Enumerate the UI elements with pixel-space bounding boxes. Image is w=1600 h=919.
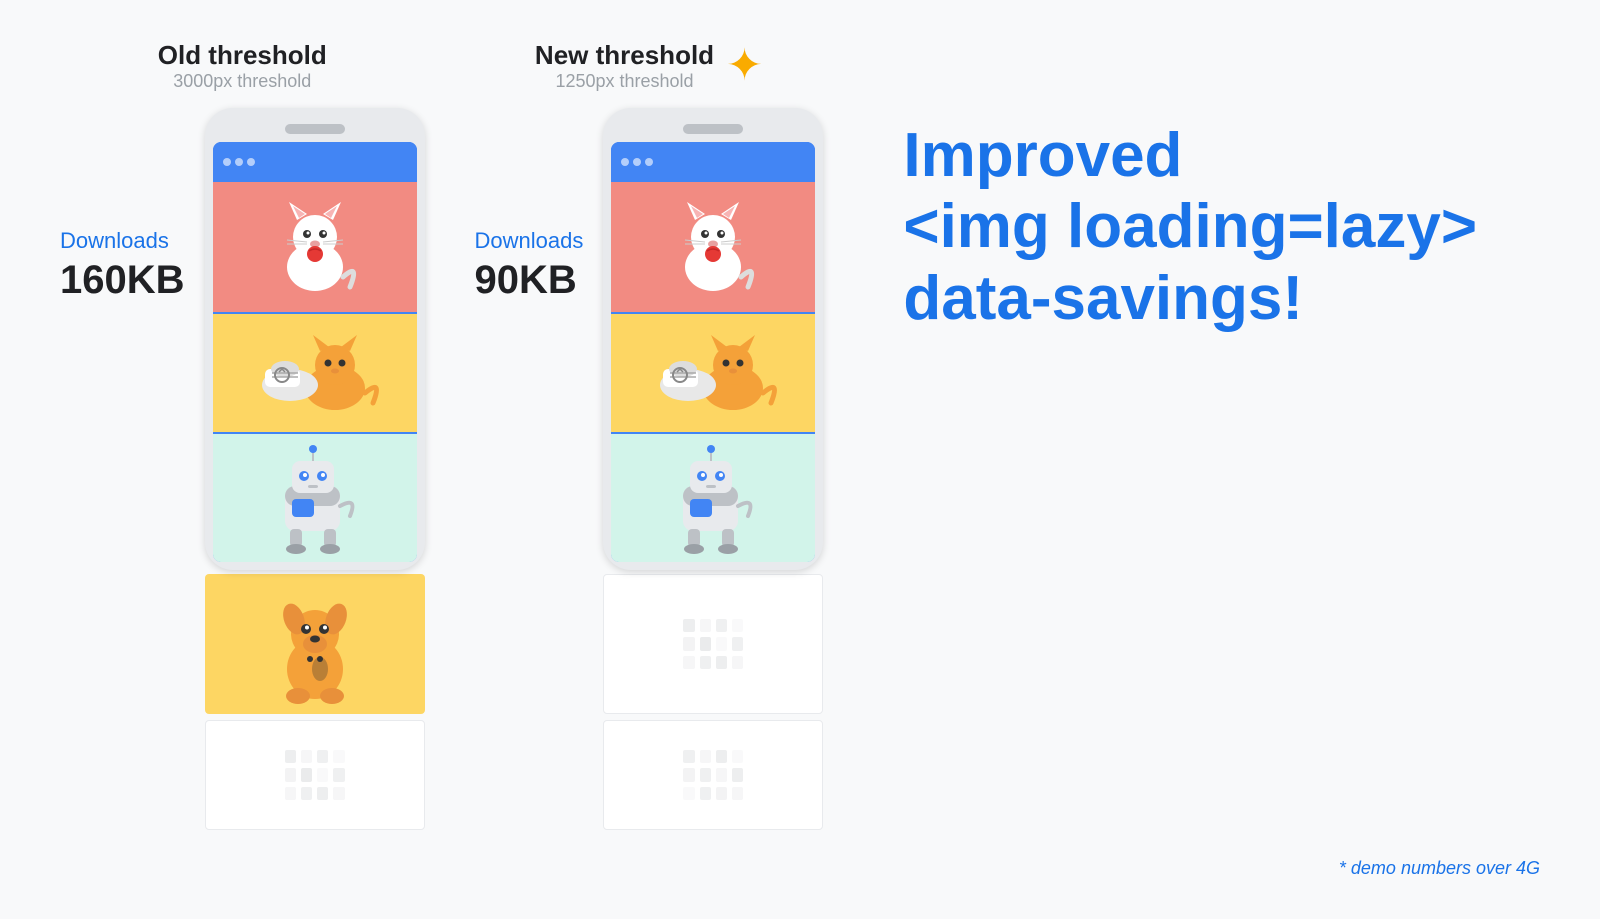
new-robot-image: [611, 432, 815, 562]
demo-note: * demo numbers over 4G: [1339, 858, 1540, 879]
new-dog-shoe-image: [611, 312, 815, 432]
description-section: Improved <img loading=lazy> data-savings…: [903, 40, 1540, 344]
new-phone-frame: [603, 108, 823, 830]
new-loading-2: [603, 720, 823, 830]
dot-3: [247, 158, 255, 166]
new-dot-3: [645, 158, 653, 166]
new-phone-and-stats: Downloads 90KB: [475, 108, 824, 830]
old-below-fold: [205, 574, 425, 830]
old-threshold-subtitle: 3000px threshold: [158, 71, 327, 92]
old-downloads-label: Downloads: [60, 228, 169, 254]
old-header-dots: [223, 158, 255, 166]
new-phone-body: [603, 108, 823, 570]
new-below-fold: [603, 574, 823, 830]
improved-heading: Improved <img loading=lazy> data-savings…: [903, 120, 1540, 334]
old-dog-shoe-image: [213, 312, 417, 432]
dot-1: [223, 158, 231, 166]
old-phone-notch: [285, 124, 345, 134]
new-header-dots: [621, 158, 653, 166]
main-container: Old threshold 3000px threshold Downloads…: [0, 0, 1600, 919]
new-download-info: Downloads 90KB: [475, 108, 584, 303]
new-phone-header: [611, 142, 815, 182]
new-threshold-title: New threshold: [535, 40, 714, 71]
new-threshold-block: New threshold 1250px threshold ✦ Downloa…: [475, 40, 824, 830]
new-phone-notch: [683, 124, 743, 134]
new-dot-1: [621, 158, 629, 166]
new-cat-illustration: [663, 192, 763, 302]
dog-shoe-illustration: [245, 323, 385, 423]
dot-2: [235, 158, 243, 166]
new-downloads-size: 90KB: [475, 258, 577, 303]
new-loading-1: [603, 574, 823, 714]
old-phone-body: [205, 108, 425, 570]
robot-illustration: [250, 441, 380, 556]
old-threshold-block: Old threshold 3000px threshold Downloads…: [60, 40, 425, 830]
sparkle-icon: ✦: [726, 44, 763, 88]
old-spinner: [285, 750, 345, 800]
new-robot-illustration: [648, 441, 778, 556]
new-downloads-label: Downloads: [475, 228, 584, 254]
old-yellow-dog-image: [205, 574, 425, 714]
new-spinner-2: [683, 750, 743, 800]
new-threshold-title-area: New threshold 1250px threshold ✦: [535, 40, 763, 92]
new-dog-shoe-illustration: [643, 323, 783, 423]
old-phone-header: [213, 142, 417, 182]
old-loading-image: [205, 720, 425, 830]
yellow-dog-illustration: [250, 584, 380, 704]
cat-illustration: [265, 192, 365, 302]
old-phone-frame: [205, 108, 425, 830]
new-threshold-subtitle: 1250px threshold: [535, 71, 714, 92]
new-phone-screen: [611, 142, 815, 562]
new-spinner-1: [683, 619, 743, 669]
old-cat-image: [213, 182, 417, 312]
old-downloads-size: 160KB: [60, 258, 185, 303]
old-download-info: Downloads 160KB: [60, 108, 185, 303]
new-dot-2: [633, 158, 641, 166]
old-phone-and-stats: Downloads 160KB: [60, 108, 425, 830]
old-threshold-title: Old threshold: [158, 40, 327, 71]
old-robot-image: [213, 432, 417, 562]
old-threshold-title-area: Old threshold 3000px threshold: [158, 40, 327, 92]
new-cat-image: [611, 182, 815, 312]
old-phone-screen: [213, 142, 417, 562]
